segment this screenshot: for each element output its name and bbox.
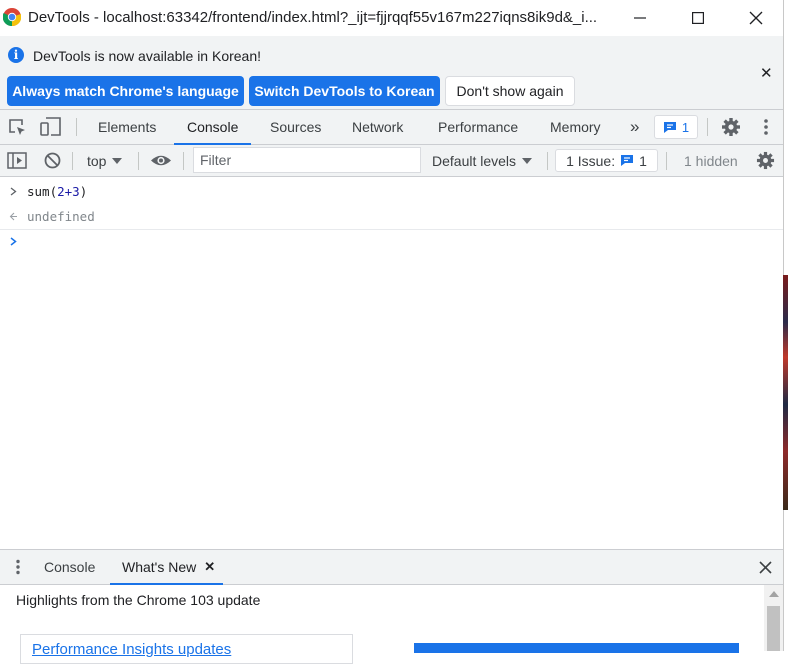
toolbar-divider: [138, 152, 139, 170]
result-arrow-icon: [0, 210, 27, 224]
inspect-element-icon[interactable]: [8, 118, 27, 137]
log-levels-dropdown[interactable]: Default levels: [432, 145, 533, 176]
drawer-menu-icon[interactable]: [15, 559, 21, 575]
dropdown-arrow-icon: [522, 157, 533, 164]
prompt-chevron-icon: [0, 235, 27, 249]
live-expression-eye-icon[interactable]: [150, 154, 172, 167]
close-icon: [749, 11, 763, 25]
highlights-heading: Highlights from the Chrome 103 update: [16, 592, 261, 608]
tab-console[interactable]: Console: [173, 110, 252, 145]
window-title: DevTools - localhost:63342/frontend/inde…: [28, 9, 598, 26]
tab-sources[interactable]: Sources: [270, 110, 321, 144]
match-language-button[interactable]: Always match Chrome's language: [7, 76, 244, 106]
maximize-button[interactable]: [675, 0, 721, 36]
maximize-icon: [692, 12, 704, 24]
close-drawer-icon[interactable]: [759, 561, 772, 574]
console-result-text: undefined: [27, 209, 95, 224]
filter-input[interactable]: [193, 147, 421, 173]
switch-korean-button[interactable]: Switch DevTools to Korean: [249, 76, 440, 106]
drawer-scrollbar[interactable]: [764, 585, 783, 651]
close-tab-icon[interactable]: ✕: [204, 559, 215, 575]
drawer-tab-console[interactable]: Console: [44, 550, 95, 584]
message-icon: [663, 121, 676, 133]
console-output[interactable]: sum(2+3) undefined: [0, 177, 783, 548]
toolbar-divider: [547, 152, 548, 170]
infobar-close-icon[interactable]: ✕: [760, 64, 773, 82]
drawer-tab-strip: Console What's New ✕: [0, 549, 783, 585]
minimize-icon: [634, 17, 646, 19]
device-toolbar-icon[interactable]: [40, 117, 62, 137]
issues-label: 1 Issue:: [566, 152, 616, 169]
tab-strip-divider: [76, 118, 77, 136]
tab-network[interactable]: Network: [352, 110, 403, 144]
promo-image: [414, 643, 739, 653]
log-levels-label: Default levels: [432, 152, 517, 169]
hidden-messages-count: 1 hidden: [684, 152, 738, 169]
drawer-tab-whats-new[interactable]: What's New ✕: [109, 550, 224, 585]
clear-console-icon[interactable]: [44, 152, 61, 169]
tab-performance[interactable]: Performance: [438, 110, 518, 144]
tab-elements[interactable]: Elements: [98, 110, 156, 144]
input-chevron-icon: [0, 185, 27, 199]
dropdown-arrow-icon: [112, 157, 123, 164]
language-infobar: i DevTools is now available in Korean! ✕…: [0, 36, 783, 110]
console-result-line: undefined: [0, 204, 783, 230]
issues-button-count: 1: [639, 152, 647, 169]
whats-new-panel: Highlights from the Chrome 103 update Pe…: [0, 585, 783, 664]
feature-card[interactable]: Performance Insights updates: [20, 634, 353, 664]
tab-memory[interactable]: Memory: [550, 110, 601, 144]
console-settings-gear-icon[interactable]: [756, 151, 775, 170]
issues-button[interactable]: 1 Issue: 1: [555, 149, 658, 172]
tab-strip-divider: [707, 118, 708, 136]
toolbar-divider: [666, 152, 667, 170]
console-toolbar: top Default levels 1 Issue: 1 1 hidden: [0, 145, 783, 177]
console-input-line: sum(2+3): [0, 179, 783, 204]
toolbar-divider: [183, 152, 184, 170]
console-prompt-line[interactable]: [0, 229, 783, 254]
chrome-logo-icon: [3, 8, 21, 26]
background-window-edge: [783, 0, 788, 651]
more-options-icon[interactable]: [763, 118, 769, 136]
close-window-button[interactable]: [733, 0, 779, 36]
console-input-text: sum(2+3): [27, 184, 88, 199]
info-icon: i: [8, 47, 24, 63]
feature-card-link[interactable]: Performance Insights updates: [32, 641, 231, 658]
sidebar-toggle-icon[interactable]: [7, 152, 27, 169]
infobar-message: DevTools is now available in Korean!: [33, 48, 262, 64]
scroll-up-arrow-icon[interactable]: [769, 591, 779, 597]
message-icon: [621, 155, 634, 166]
drawer-tab-whats-new-label: What's New: [122, 559, 197, 575]
scrollbar-thumb[interactable]: [767, 606, 780, 651]
issues-counter-button[interactable]: 1: [654, 115, 698, 139]
devtools-window: DevTools - localhost:63342/frontend/inde…: [0, 0, 783, 664]
context-selector[interactable]: top: [87, 145, 123, 176]
minimize-button[interactable]: [617, 0, 663, 36]
title-bar: DevTools - localhost:63342/frontend/inde…: [0, 0, 783, 36]
dont-show-again-button[interactable]: Don't show again: [445, 76, 575, 106]
issues-count: 1: [681, 119, 690, 135]
context-label: top: [87, 152, 107, 169]
toolbar-divider: [72, 152, 73, 170]
main-tab-strip: Elements Console Sources Network Perform…: [0, 110, 783, 145]
more-tabs-chevron-icon[interactable]: »: [630, 110, 639, 144]
settings-gear-icon[interactable]: [721, 117, 741, 137]
